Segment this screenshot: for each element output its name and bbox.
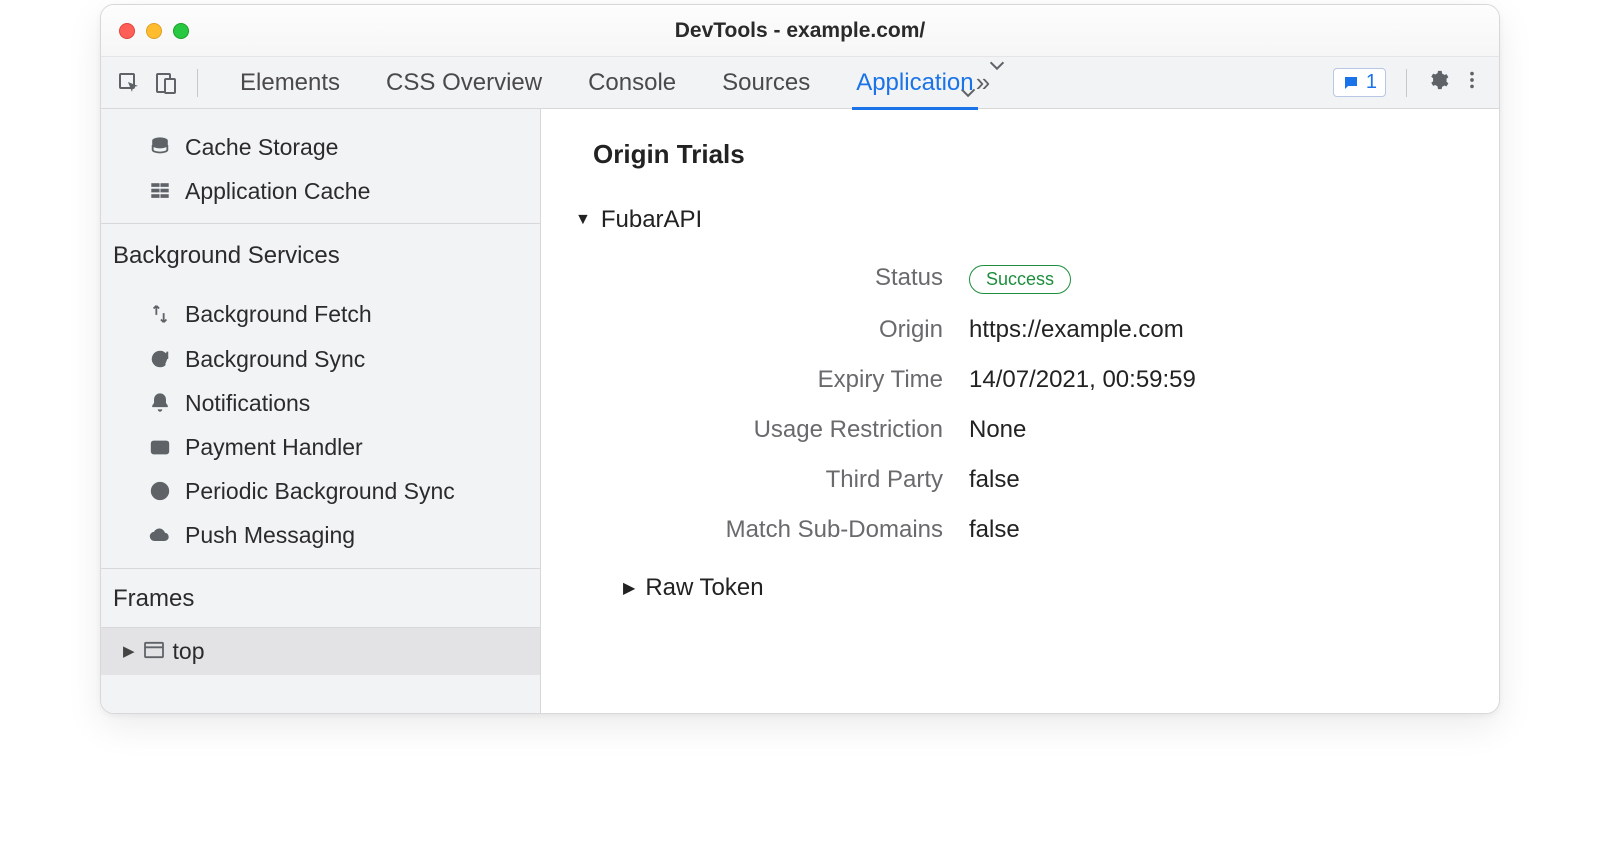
frame-top-row[interactable]: ▶ top bbox=[101, 627, 540, 675]
sidebar-item-periodic-sync[interactable]: Periodic Background Sync bbox=[101, 469, 540, 513]
sidebar-item-background-fetch[interactable]: Background Fetch bbox=[101, 292, 540, 336]
credit-card-icon bbox=[147, 435, 173, 459]
disclosure-triangle-icon[interactable]: ▼ bbox=[575, 211, 591, 229]
database-icon bbox=[147, 135, 173, 159]
devtools-window: DevTools - example.com/ Elements CSS Ove… bbox=[100, 4, 1500, 714]
maximize-window-button[interactable] bbox=[173, 23, 189, 39]
issues-badge[interactable]: 1 bbox=[1333, 68, 1386, 97]
cloud-icon bbox=[147, 523, 173, 547]
tab-console[interactable]: Console bbox=[588, 57, 676, 109]
sidebar-label: Payment Handler bbox=[185, 431, 363, 463]
issues-icon bbox=[1342, 74, 1360, 92]
sidebar-label: Background Fetch bbox=[185, 298, 372, 330]
sidebar-label: Push Messaging bbox=[185, 519, 355, 551]
tab-sources[interactable]: Sources bbox=[722, 57, 810, 109]
panel-body: Cache Storage Application Cache Backgrou… bbox=[101, 109, 1499, 713]
traffic-lights bbox=[119, 23, 189, 39]
expiry-value: 14/07/2021, 00:59:59 bbox=[969, 366, 1447, 394]
clock-icon bbox=[147, 479, 173, 503]
raw-token-row[interactable]: ▶ Raw Token bbox=[623, 574, 1447, 602]
frame-label: top bbox=[173, 638, 205, 665]
sidebar-item-background-sync[interactable]: Background Sync bbox=[101, 337, 540, 381]
fetch-icon bbox=[147, 302, 173, 326]
devtools-toolbar: Elements CSS Overview Console Sources Ap… bbox=[101, 57, 1499, 109]
application-sidebar: Cache Storage Application Cache Backgrou… bbox=[101, 109, 541, 713]
toolbar-divider bbox=[1406, 69, 1407, 97]
sidebar-label: Periodic Background Sync bbox=[185, 475, 455, 507]
background-services-heading: Background Services bbox=[101, 223, 540, 284]
tab-application[interactable]: Application bbox=[856, 57, 973, 109]
window-title: DevTools - example.com/ bbox=[101, 19, 1499, 43]
subdomains-label: Match Sub-Domains bbox=[623, 516, 943, 544]
sidebar-label: Background Sync bbox=[185, 343, 365, 375]
origin-label: Origin bbox=[623, 316, 943, 344]
sidebar-label: Notifications bbox=[185, 387, 310, 419]
toolbar-divider bbox=[197, 69, 198, 97]
panel-heading: Origin Trials bbox=[593, 139, 1447, 170]
expiry-label: Expiry Time bbox=[623, 366, 943, 394]
more-options-button[interactable] bbox=[1461, 69, 1483, 97]
origin-value: https://example.com bbox=[969, 316, 1447, 344]
third-party-label: Third Party bbox=[623, 466, 943, 494]
trial-expand-row[interactable]: ▼ FubarAPI bbox=[575, 206, 1447, 234]
usage-value: None bbox=[969, 416, 1447, 444]
issues-count: 1 bbox=[1366, 71, 1377, 94]
status-badge: Success bbox=[969, 265, 1071, 294]
gear-icon bbox=[1427, 69, 1449, 91]
expand-triangle-icon[interactable]: ▶ bbox=[123, 642, 135, 660]
sync-icon bbox=[147, 347, 173, 371]
tab-css-overview[interactable]: CSS Overview bbox=[386, 57, 542, 109]
origin-trials-panel: Origin Trials ▼ FubarAPI Status Success … bbox=[541, 109, 1499, 713]
frame-icon bbox=[143, 638, 165, 665]
sidebar-item-application-cache[interactable]: Application Cache bbox=[101, 169, 540, 213]
expand-triangle-icon[interactable]: ▶ bbox=[623, 578, 635, 598]
background-services-group: Background Fetch Background Sync Notific… bbox=[101, 284, 540, 567]
sidebar-item-push-messaging[interactable]: Push Messaging bbox=[101, 513, 540, 557]
inspect-element-icon[interactable] bbox=[117, 71, 141, 95]
bell-icon bbox=[147, 391, 173, 415]
sidebar-label: Application Cache bbox=[185, 175, 370, 207]
close-window-button[interactable] bbox=[119, 23, 135, 39]
panel-tabs: Elements CSS Overview Console Sources Ap… bbox=[240, 57, 974, 109]
status-value: Success bbox=[969, 264, 1447, 294]
titlebar: DevTools - example.com/ bbox=[101, 5, 1499, 57]
status-label: Status bbox=[623, 264, 943, 294]
frames-heading: Frames bbox=[101, 568, 540, 627]
cache-group: Cache Storage Application Cache bbox=[101, 109, 540, 223]
subdomains-value: false bbox=[969, 516, 1447, 544]
usage-label: Usage Restriction bbox=[623, 416, 943, 444]
raw-token-label: Raw Token bbox=[645, 574, 763, 602]
kebab-icon bbox=[1461, 69, 1483, 91]
tab-elements[interactable]: Elements bbox=[240, 57, 340, 109]
sidebar-label: Cache Storage bbox=[185, 131, 338, 163]
trial-name: FubarAPI bbox=[601, 206, 702, 234]
sidebar-item-notifications[interactable]: Notifications bbox=[101, 381, 540, 425]
sidebar-item-payment-handler[interactable]: Payment Handler bbox=[101, 425, 540, 469]
minimize-window-button[interactable] bbox=[146, 23, 162, 39]
sidebar-item-cache-storage[interactable]: Cache Storage bbox=[101, 125, 540, 169]
settings-button[interactable] bbox=[1427, 69, 1449, 97]
third-party-value: false bbox=[969, 466, 1447, 494]
device-toggle-icon[interactable] bbox=[153, 71, 177, 95]
grid-icon bbox=[147, 179, 173, 203]
more-tabs-chevron-icon[interactable]: » bbox=[976, 67, 990, 98]
trial-details: Status Success Origin https://example.co… bbox=[623, 264, 1447, 544]
